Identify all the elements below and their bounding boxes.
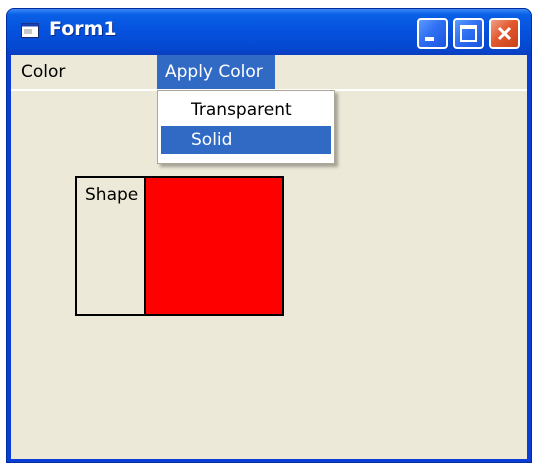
minimize-icon	[425, 37, 434, 41]
red-square-shape	[144, 176, 284, 316]
apply-color-dropdown: Transparent Solid	[157, 90, 335, 164]
form1-window: Form1 Color Shape Apply Color Transparen…	[6, 8, 532, 463]
close-icon	[497, 26, 512, 41]
minimize-button[interactable]	[417, 18, 448, 49]
menu-option-transparent[interactable]: Transparent	[161, 96, 331, 124]
form-client-area: Color Shape Apply Color Transparent Soli…	[11, 55, 527, 459]
maximize-icon	[460, 25, 477, 42]
app-icon[interactable]	[21, 23, 39, 38]
maximize-button[interactable]	[453, 18, 484, 49]
menu-option-solid[interactable]: Solid	[161, 126, 331, 154]
title-bar[interactable]: Form1	[7, 9, 531, 55]
close-button[interactable]	[489, 18, 520, 49]
menu-apply-color[interactable]: Apply Color	[157, 55, 275, 89]
menu-bar: Color Shape Apply Color	[11, 55, 527, 316]
window-title: Form1	[49, 18, 117, 40]
menu-color[interactable]: Color	[13, 55, 71, 89]
